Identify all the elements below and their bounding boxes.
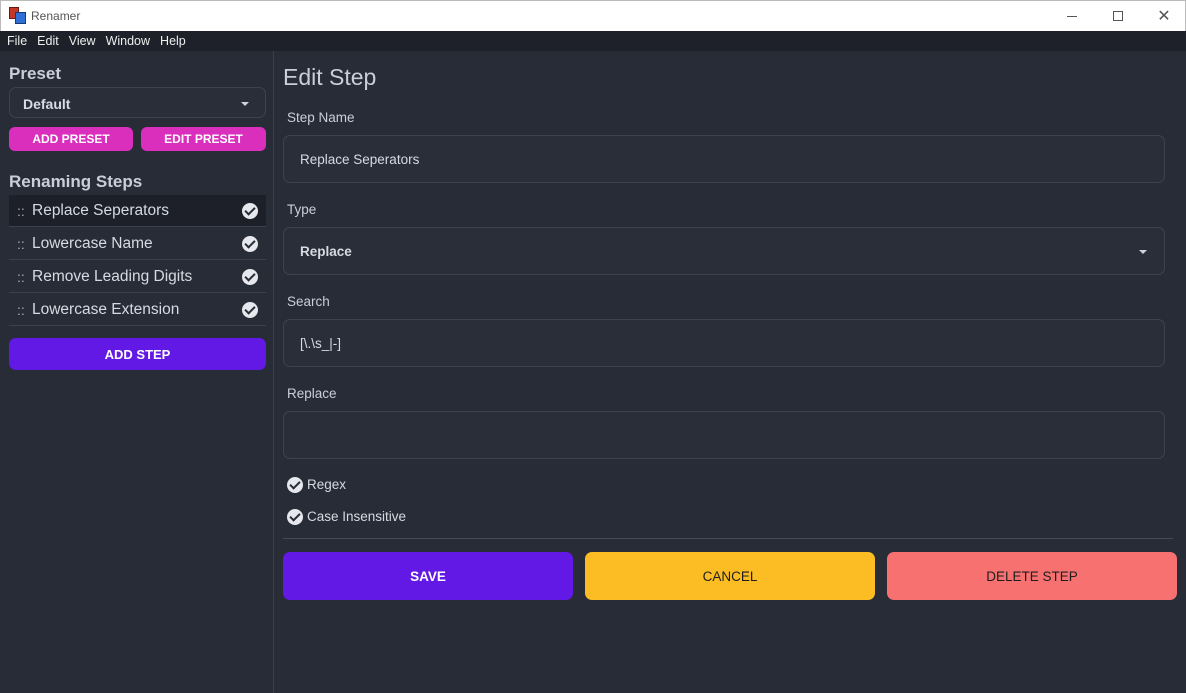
- preset-heading: Preset: [9, 64, 61, 83]
- menu-window[interactable]: Window: [101, 34, 155, 48]
- type-label: Type: [287, 202, 317, 217]
- search-label: Search: [287, 294, 330, 309]
- preset-select[interactable]: Default: [9, 87, 266, 118]
- case-insensitive-label: Case Insensitive: [307, 509, 407, 524]
- app-icon: [9, 7, 27, 25]
- menu-edit[interactable]: Edit: [32, 34, 64, 48]
- step-item[interactable]: :: Lowercase Name: [9, 228, 266, 260]
- title-bar: Renamer ✕: [0, 0, 1186, 31]
- search-value: [\.\s_|-]: [300, 336, 342, 351]
- close-button[interactable]: ✕: [1141, 1, 1186, 31]
- check-circle-icon[interactable]: [242, 203, 258, 219]
- replace-label: Replace: [287, 386, 337, 401]
- step-label: Remove Leading Digits: [32, 268, 193, 285]
- minimize-button[interactable]: [1049, 1, 1095, 31]
- edit-step-panel: Edit Step Step Name Replace Seperators T…: [275, 51, 1186, 693]
- window-title: Renamer: [31, 9, 81, 23]
- chevron-down-icon: [241, 102, 249, 106]
- step-name-label: Step Name: [287, 110, 355, 125]
- sidebar: Preset Default ADD PRESET EDIT PRESET Re…: [0, 51, 274, 693]
- divider: [283, 538, 1173, 539]
- step-name-input[interactable]: Replace Seperators: [283, 135, 1165, 183]
- minimize-icon: [1067, 15, 1077, 17]
- close-icon: ✕: [1157, 8, 1171, 25]
- maximize-button[interactable]: [1095, 1, 1141, 31]
- check-circle-icon[interactable]: [287, 509, 303, 525]
- check-circle-icon[interactable]: [242, 236, 258, 252]
- menu-file[interactable]: File: [2, 34, 32, 48]
- preset-select-value: Default: [23, 96, 71, 112]
- type-select[interactable]: Replace: [283, 227, 1165, 275]
- add-preset-button[interactable]: ADD PRESET: [9, 127, 133, 151]
- check-circle-icon[interactable]: [242, 302, 258, 318]
- step-label: Lowercase Name: [32, 235, 153, 252]
- drag-handle-icon[interactable]: ::: [17, 269, 25, 285]
- regex-label: Regex: [307, 477, 347, 492]
- add-step-button[interactable]: ADD STEP: [9, 338, 266, 370]
- cancel-button[interactable]: CANCEL: [585, 552, 875, 600]
- drag-handle-icon[interactable]: ::: [17, 302, 25, 318]
- check-circle-icon[interactable]: [242, 269, 258, 285]
- drag-handle-icon[interactable]: ::: [17, 203, 25, 219]
- delete-step-button[interactable]: DELETE STEP: [887, 552, 1177, 600]
- step-item[interactable]: :: Replace Seperators: [9, 195, 266, 227]
- replace-input[interactable]: [283, 411, 1165, 459]
- page-title: Edit Step: [283, 64, 377, 90]
- drag-handle-icon[interactable]: ::: [17, 236, 25, 252]
- renaming-steps-heading: Renaming Steps: [9, 172, 143, 191]
- menu-view[interactable]: View: [64, 34, 101, 48]
- edit-preset-button[interactable]: EDIT PRESET: [141, 127, 266, 151]
- maximize-icon: [1113, 11, 1123, 21]
- type-select-value: Replace: [300, 244, 352, 259]
- step-item[interactable]: :: Remove Leading Digits: [9, 261, 266, 293]
- step-label: Replace Seperators: [32, 202, 169, 219]
- step-label: Lowercase Extension: [32, 301, 180, 318]
- check-circle-icon[interactable]: [287, 477, 303, 493]
- menu-help[interactable]: Help: [155, 34, 191, 48]
- menu-bar: File Edit View Window Help: [0, 31, 1186, 51]
- step-item[interactable]: :: Lowercase Extension: [9, 294, 266, 326]
- chevron-down-icon: [1139, 250, 1147, 254]
- save-button[interactable]: SAVE: [283, 552, 573, 600]
- step-name-value: Replace Seperators: [300, 152, 420, 167]
- search-input[interactable]: [\.\s_|-]: [283, 319, 1165, 367]
